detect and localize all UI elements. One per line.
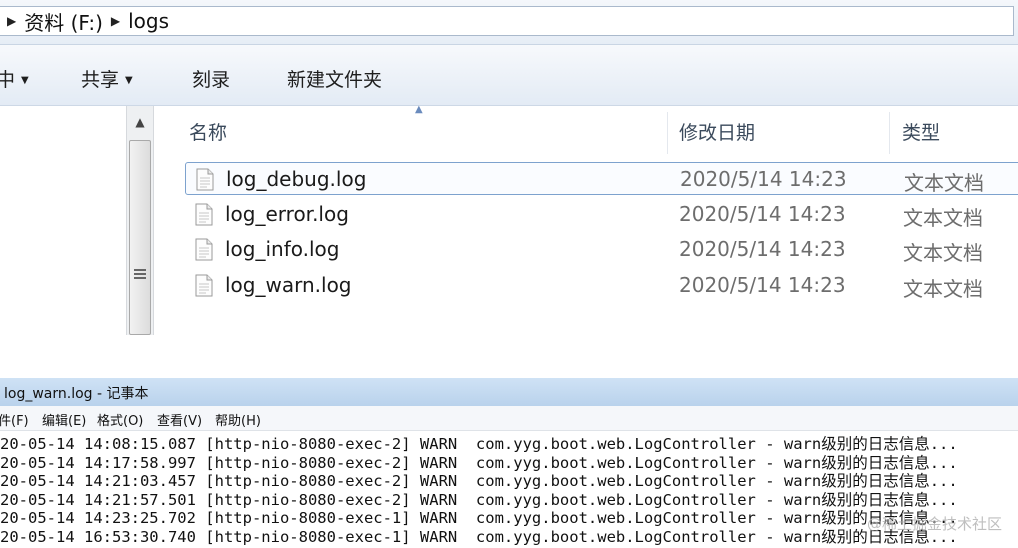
breadcrumb-drive[interactable]: 资料 (F:) <box>24 7 103 36</box>
column-divider[interactable] <box>889 112 890 154</box>
file-list: ▲ 名称 修改日期 类型 log_debug.log 2020/5/14 14:2… <box>155 104 1018 335</box>
file-row[interactable]: log_warn.log 2020/5/14 14:23 文本文档 <box>185 269 1018 302</box>
text-document-icon <box>195 238 213 261</box>
address-box[interactable]: ▶ 资料 (F:) ▶ logs <box>0 6 1014 36</box>
sort-ascending-icon: ▲ <box>415 104 423 115</box>
new-folder-button[interactable]: 新建文件夹 <box>287 65 382 92</box>
file-row[interactable]: log_debug.log 2020/5/14 14:23 文本文档 <box>185 162 1018 195</box>
log-line: 20-05-14 14:08:15.087 [http-nio-8080-exe… <box>0 435 958 453</box>
burn-button[interactable]: 刻录 <box>192 65 230 92</box>
file-type: 文本文档 <box>903 241 983 265</box>
burn-label: 刻录 <box>192 69 231 91</box>
file-row[interactable]: log_info.log 2020/5/14 14:23 文本文档 <box>185 233 1018 266</box>
log-line: 20-05-14 14:21:57.501 [http-nio-8080-exe… <box>0 490 958 509</box>
file-name: log_info.log <box>225 237 340 261</box>
column-name[interactable]: 名称 <box>189 118 227 145</box>
menu-file[interactable]: 件(F) <box>0 410 29 429</box>
file-date-modified: 2020/5/14 14:23 <box>679 237 846 261</box>
caret-down-icon: ▼ <box>21 75 29 86</box>
column-date-modified[interactable]: 修改日期 <box>679 118 755 145</box>
scroll-thumb[interactable] <box>129 140 151 335</box>
file-date-modified: 2020/5/14 14:23 <box>679 273 846 297</box>
separator-space <box>0 335 1018 378</box>
notepad-text-area[interactable]: 20-05-14 14:08:15.087 [http-nio-8080-exe… <box>0 431 1018 548</box>
file-name: log_warn.log <box>225 273 352 297</box>
menu-format[interactable]: 格式(O) <box>97 410 143 429</box>
notepad-menubar: 件(F) 编辑(E) 格式(O) 查看(V) 帮助(H) <box>0 406 1018 431</box>
log-line: 20-05-14 14:21:03.457 [http-nio-8080-exe… <box>0 472 958 491</box>
file-name: log_debug.log <box>226 167 367 191</box>
text-document-icon <box>195 203 213 226</box>
command-bar: 中 ▼ 共享 ▼ 刻录 新建文件夹 <box>0 45 1018 106</box>
breadcrumb-separator-icon[interactable]: ▶ <box>7 14 16 28</box>
menu-help[interactable]: 帮助(H) <box>215 410 261 429</box>
text-document-icon <box>195 274 213 297</box>
file-row[interactable]: log_error.log 2020/5/14 14:23 文本文档 <box>185 198 1018 231</box>
column-divider[interactable] <box>667 112 668 154</box>
log-line: 20-05-14 14:17:58.997 [http-nio-8080-exe… <box>0 453 958 472</box>
breadcrumb-separator-icon[interactable]: ▶ <box>111 14 120 28</box>
notepad-titlebar[interactable]: log_warn.log - 记事本 <box>0 378 1018 406</box>
file-date-modified: 2020/5/14 14:23 <box>680 167 847 191</box>
file-type: 文本文档 <box>903 277 983 301</box>
explorer-window: ▶ 资料 (F:) ▶ logs 中 ▼ 共享 ▼ 刻录 新建文件夹 ▲ ▲ 名… <box>0 0 1018 335</box>
scroll-up-icon[interactable]: ▲ <box>127 106 153 138</box>
share-label: 共享 <box>81 69 120 91</box>
organize-label: 中 <box>0 69 16 91</box>
log-line: 20-05-14 14:23:25.702 [http-nio-8080-exe… <box>0 509 958 528</box>
grip-icon <box>134 269 146 279</box>
notepad-title: log_warn.log - 记事本 <box>4 386 149 402</box>
column-type[interactable]: 类型 <box>902 118 940 145</box>
column-header: ▲ 名称 修改日期 类型 <box>155 104 1018 154</box>
notepad-window: log_warn.log - 记事本 件(F) 编辑(E) 格式(O) 查看(V… <box>0 378 1018 548</box>
file-type: 文本文档 <box>903 206 983 230</box>
navigation-pane[interactable] <box>0 106 126 335</box>
file-type: 文本文档 <box>904 171 984 195</box>
organize-button[interactable]: 中 ▼ <box>0 65 29 92</box>
watermark: @稀土掘金技术社区 <box>866 515 1002 533</box>
caret-down-icon: ▼ <box>125 75 133 86</box>
share-button[interactable]: 共享 ▼ <box>81 65 133 92</box>
log-line: 20-05-14 16:53:30.740 [http-nio-8080-exe… <box>0 528 958 546</box>
file-date-modified: 2020/5/14 14:23 <box>679 202 846 226</box>
address-bar: ▶ 资料 (F:) ▶ logs <box>0 0 1018 45</box>
menu-edit[interactable]: 编辑(E) <box>42 410 86 429</box>
menu-view[interactable]: 查看(V) <box>157 410 202 429</box>
text-document-icon <box>196 168 214 191</box>
new-folder-label: 新建文件夹 <box>287 69 383 91</box>
navigation-scrollbar[interactable]: ▲ <box>126 106 154 335</box>
breadcrumb-folder[interactable]: logs <box>128 9 169 33</box>
file-name: log_error.log <box>225 202 349 226</box>
